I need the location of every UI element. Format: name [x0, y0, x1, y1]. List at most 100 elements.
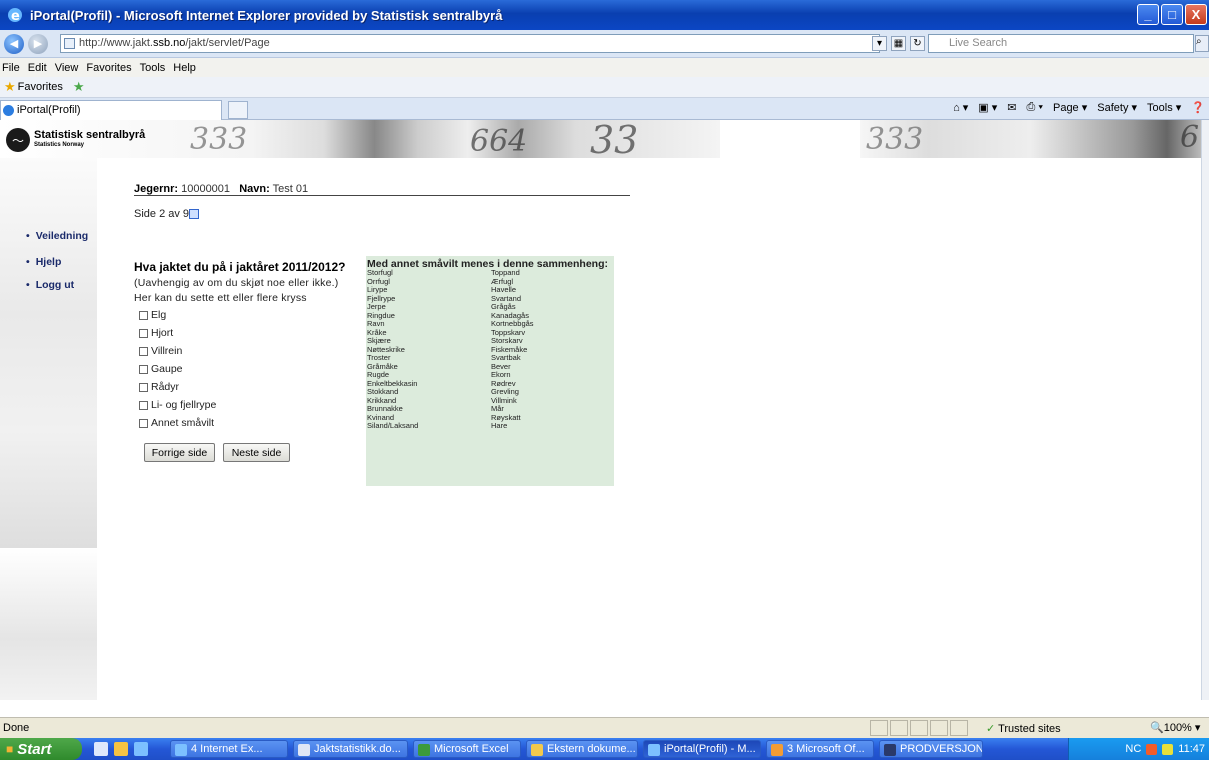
menu-edit[interactable]: Edit: [28, 62, 47, 74]
checkbox-box[interactable]: [139, 382, 148, 392]
tab-row: iPortal(Profil) ⌂ ▾ ▣ ▾ ✉ ⎙ ▾ Page ▾ Saf…: [0, 98, 1209, 120]
show-desktop-icon[interactable]: [94, 742, 108, 756]
search-input[interactable]: Live Search: [928, 34, 1194, 53]
quick-launch: [94, 742, 148, 756]
menu-favorites[interactable]: Favorites: [86, 62, 131, 74]
maximize-button[interactable]: □: [1161, 4, 1183, 25]
favorites-button[interactable]: Favorites: [18, 81, 63, 93]
navn-label: Navn:: [239, 183, 270, 195]
tools-menu[interactable]: Tools ▾: [1147, 101, 1181, 114]
tray-network-icon[interactable]: [1162, 743, 1174, 755]
checkbox-box[interactable]: [139, 310, 148, 320]
calendar-icon[interactable]: [189, 209, 200, 220]
checkbox-box[interactable]: [139, 418, 148, 428]
address-toolbar: ◀ ▶ http://www.jakt.ssb.no/jakt/servlet/…: [0, 30, 1209, 58]
status-pane: [910, 720, 928, 736]
print-icon[interactable]: ⎙ ▾: [1027, 101, 1043, 114]
clock[interactable]: 11:47: [1178, 743, 1205, 755]
feeds-icon[interactable]: ▣ ▾: [978, 101, 997, 114]
page-icon: [64, 38, 75, 49]
close-button[interactable]: X: [1185, 4, 1207, 25]
nav-veiledning[interactable]: Veiledning: [26, 230, 89, 242]
safety-menu[interactable]: Safety ▾: [1097, 101, 1137, 114]
jegernr-label: Jegernr:: [134, 183, 179, 195]
url-suffix: /jakt/servlet/Page: [185, 37, 270, 49]
next-page-button[interactable]: Neste side: [223, 443, 290, 462]
checkbox-villrein[interactable]: Villrein: [139, 345, 182, 357]
tray-language[interactable]: NC: [1125, 743, 1141, 755]
info-column-right: Toppand Ærfugl Havelle Svartand Grågås Kanada…: [491, 268, 534, 431]
checkbox-box[interactable]: [139, 346, 148, 356]
back-button[interactable]: ◀: [4, 33, 24, 54]
menu-help[interactable]: Help: [173, 62, 196, 74]
add-favorites-icon[interactable]: ★: [73, 79, 85, 95]
taskbar-item-iportal[interactable]: iPortal(Profil) - M...: [643, 740, 761, 758]
home-icon[interactable]: ⌂ ▾: [953, 101, 968, 114]
menu-tools[interactable]: Tools: [140, 62, 166, 74]
new-tab-button[interactable]: [228, 101, 248, 119]
app-icon: [884, 744, 896, 756]
zoom-control[interactable]: 🔍100% ▾: [1150, 721, 1200, 734]
page-menu[interactable]: Page ▾: [1053, 101, 1087, 114]
checkbox-box[interactable]: [139, 400, 148, 410]
address-dropdown-icon[interactable]: ▾: [872, 36, 887, 51]
previous-page-button[interactable]: Forrige side: [144, 443, 215, 462]
tab-iportal[interactable]: iPortal(Profil): [0, 100, 222, 120]
menu-bar: File Edit View Favorites Tools Help: [0, 58, 1209, 77]
excel-icon: [418, 744, 430, 756]
taskbar-item-label: iPortal(Profil) - M...: [664, 743, 756, 755]
checkbox-gaupe[interactable]: Gaupe: [139, 363, 183, 375]
checkbox-label: Villrein: [151, 345, 183, 357]
ssb-logo-icon: 〜: [6, 128, 30, 152]
checkbox-hjort[interactable]: Hjort: [139, 327, 173, 339]
checkbox-annet-smavilt[interactable]: Annet småvilt: [139, 417, 214, 429]
status-pane: [950, 720, 968, 736]
search-icon[interactable]: ⌕: [1195, 35, 1209, 52]
favorites-bar: ★ Favorites ★: [0, 77, 1209, 98]
compat-view-icon[interactable]: ▦: [891, 36, 906, 51]
question-title: Hva jaktet du på i jaktåret 2011/2012?: [134, 260, 346, 274]
banner-number: 6: [1180, 120, 1200, 155]
refresh-icon[interactable]: ↻: [910, 36, 925, 51]
taskbar-item-label: 3 Microsoft Of...: [787, 743, 865, 755]
checkbox-label: Hjort: [151, 327, 174, 339]
header-banner-right: 333 6: [860, 120, 1201, 158]
help-icon[interactable]: ❓: [1191, 101, 1205, 114]
nav-hjelp[interactable]: Hjelp: [26, 256, 62, 268]
checkbox-box[interactable]: [139, 364, 148, 374]
start-button[interactable]: ■ Start: [0, 738, 82, 760]
zoom-level: 100%: [1163, 722, 1192, 734]
checkbox-radyr[interactable]: Rådyr: [139, 381, 179, 393]
user-header: Jegernr: 10000001 Navn: Test 01: [134, 183, 308, 195]
forward-button[interactable]: ▶: [28, 33, 48, 54]
ie-icon: [175, 744, 187, 756]
menu-file[interactable]: File: [2, 62, 20, 74]
vertical-scrollbar[interactable]: [1201, 120, 1209, 700]
ssb-logo[interactable]: 〜 Statistisk sentralbyrå Statistics Norw…: [6, 128, 145, 152]
check-icon: ✓: [986, 723, 996, 735]
nav-logg-ut[interactable]: Logg ut: [26, 279, 74, 291]
taskbar-item-word[interactable]: Jaktstatistikk.do...: [293, 740, 408, 758]
tray-app-icon[interactable]: [1146, 743, 1158, 755]
taskbar-item-office[interactable]: 3 Microsoft Of...: [766, 740, 874, 758]
taskbar-item-explorer[interactable]: Ekstern dokume...: [526, 740, 638, 758]
ie-logo-icon: e: [8, 8, 22, 24]
taskbar-item-ie-group[interactable]: 4 Internet Ex...: [170, 740, 288, 758]
security-zone[interactable]: ✓ Trusted sites: [986, 722, 1061, 735]
ie-quicklaunch-icon[interactable]: [134, 742, 148, 756]
checkbox-elg[interactable]: Elg: [139, 309, 166, 321]
taskbar-item-excel[interactable]: Microsoft Excel: [413, 740, 521, 758]
svg-text:e: e: [11, 9, 20, 24]
outlook-icon[interactable]: [114, 742, 128, 756]
checkbox-li-og-fjellrype[interactable]: Li- og fjellrype: [139, 399, 216, 411]
system-tray: NC 11:47: [1068, 738, 1209, 760]
mail-icon[interactable]: ✉: [1007, 101, 1016, 114]
banner-number: 664: [470, 124, 528, 159]
taskbar-item-prodversjon[interactable]: PRODVERSJON ...: [879, 740, 983, 758]
address-bar[interactable]: http://www.jakt.ssb.no/jakt/servlet/Page: [60, 34, 880, 53]
menu-view[interactable]: View: [55, 62, 79, 74]
checkbox-box[interactable]: [139, 328, 148, 338]
minimize-button[interactable]: _: [1137, 4, 1159, 25]
header-divider: [134, 195, 630, 196]
info-item: Hare: [491, 421, 508, 430]
